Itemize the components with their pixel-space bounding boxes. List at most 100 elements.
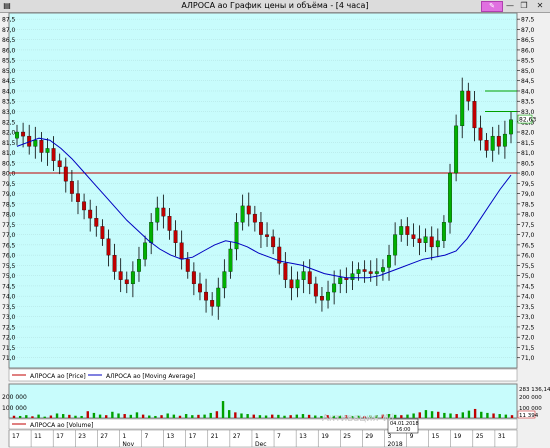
y-tick-label-left: 83,0: [2, 109, 16, 116]
y-tick-label-left: 87,0: [2, 27, 16, 34]
candle-down: [76, 193, 80, 202]
candle-down: [210, 300, 215, 307]
volume-bar: [295, 414, 299, 418]
y-tick-label-left: 78,5: [2, 201, 16, 208]
y-tick-label-left: 82,5: [2, 119, 16, 126]
volume-bar: [141, 414, 145, 418]
volume-bar: [504, 414, 508, 418]
y-tick-label-right: 74,5: [521, 283, 535, 290]
y-tick-label-left: 75,0: [2, 273, 16, 280]
volume-bar: [61, 414, 65, 418]
y-tick-label-right: 87,0: [521, 27, 535, 34]
y-tick-label-right: 80,5: [521, 160, 535, 167]
y-tick-label-left: 74,0: [2, 294, 16, 301]
chart-svg[interactable]: 71,0 71,0 71,5 71,5 72,0 72,0 72,5 72,5 73,0 73,0…: [0, 0, 550, 448]
y-tick-label-right: 73,5: [521, 304, 535, 311]
y-tick-label-left: 72,0: [2, 335, 16, 342]
y-tick-label-left: 71,5: [2, 345, 16, 352]
candle-down: [124, 279, 129, 285]
candle-up: [423, 236, 428, 243]
volume-bar: [172, 414, 176, 418]
volume-bar: [406, 414, 409, 418]
candle-down: [51, 148, 56, 161]
candle-up: [448, 172, 452, 223]
volume-tick-label-right: 200 000: [519, 395, 542, 401]
y-tick-label-left: 72,5: [2, 324, 16, 331]
volume-bar: [424, 410, 428, 418]
volume-bar: [86, 411, 89, 418]
y-tick-label-right: 82,0: [521, 130, 535, 137]
candle-down: [185, 259, 190, 272]
x-day-label: 7: [277, 433, 281, 440]
volume-bar: [68, 414, 71, 418]
candle-down: [82, 201, 87, 211]
candle-down: [161, 207, 166, 217]
x-day-label: 7: [145, 433, 149, 440]
x-day-label: 25: [343, 433, 351, 440]
volume-bar: [443, 412, 446, 418]
candle-down: [204, 291, 209, 301]
x-day-label: 29: [365, 433, 373, 440]
candle-down: [472, 101, 477, 129]
candle-up: [295, 279, 300, 289]
volume-bar: [160, 415, 163, 418]
volume-bar: [203, 414, 206, 418]
candle-down: [191, 271, 196, 285]
y-tick-label-left: 84,5: [2, 78, 16, 85]
candle-up: [130, 271, 135, 285]
volume-bar: [412, 413, 415, 418]
volume-bar: [314, 415, 317, 418]
y-tick-label-right: 72,0: [521, 335, 535, 342]
volume-tick-label: 200 000: [2, 394, 27, 401]
volume-panel: [8, 383, 518, 419]
volume-bar: [197, 414, 200, 418]
candle-up: [222, 271, 227, 289]
candle-down: [167, 216, 172, 231]
candle-up: [332, 283, 337, 293]
candle-down: [100, 226, 105, 239]
volume-bar: [277, 414, 280, 418]
candle-up: [441, 222, 446, 241]
y-tick-label-left: 84,0: [2, 88, 16, 95]
y-tick-label-right: 75,0: [521, 273, 535, 280]
x-month-label: Nov: [122, 441, 134, 448]
candle-up: [155, 207, 160, 223]
candle-up: [502, 133, 507, 147]
y-tick-label-left: 71,0: [2, 355, 16, 362]
y-tick-label-left: 83,5: [2, 99, 16, 106]
volume-bar: [166, 413, 169, 418]
volume-bar: [178, 415, 182, 418]
candle-up: [509, 119, 513, 135]
candle-up: [143, 242, 148, 260]
candle-down: [94, 218, 99, 227]
y-tick-label-right: 83,5: [521, 99, 535, 106]
volume-bar: [301, 414, 305, 418]
y-tick-label-right: 81,5: [521, 140, 535, 147]
y-tick-label-right: 72,5: [521, 324, 535, 331]
candle-up: [356, 269, 361, 274]
x-day-label: 13: [299, 433, 307, 440]
candle-up: [380, 267, 385, 272]
volume-bar: [480, 411, 483, 418]
candle-up: [301, 271, 306, 280]
cursor-time-label: 16:00: [396, 427, 410, 433]
volume-bar: [246, 414, 249, 418]
y-tick-label-right: 76,0: [521, 253, 535, 260]
candle-down: [265, 234, 269, 237]
y-tick-label-right: 78,0: [521, 212, 535, 219]
candle-down: [362, 269, 367, 272]
candle-down: [69, 181, 74, 194]
y-tick-label-right: 71,0: [521, 355, 535, 362]
volume-bar: [25, 415, 28, 418]
x-day-label: 3: [387, 433, 391, 440]
candle-up: [338, 277, 343, 285]
volume-bar: [117, 413, 120, 418]
candle-down: [478, 127, 483, 141]
volume-bar: [191, 415, 194, 418]
y-tick-label-right: 79,0: [521, 191, 535, 198]
volume-bar: [184, 414, 188, 418]
y-tick-label-left: 87,5: [2, 17, 16, 24]
volume-bar: [449, 413, 452, 418]
candle-down: [179, 242, 184, 260]
volume-bar: [467, 410, 471, 418]
